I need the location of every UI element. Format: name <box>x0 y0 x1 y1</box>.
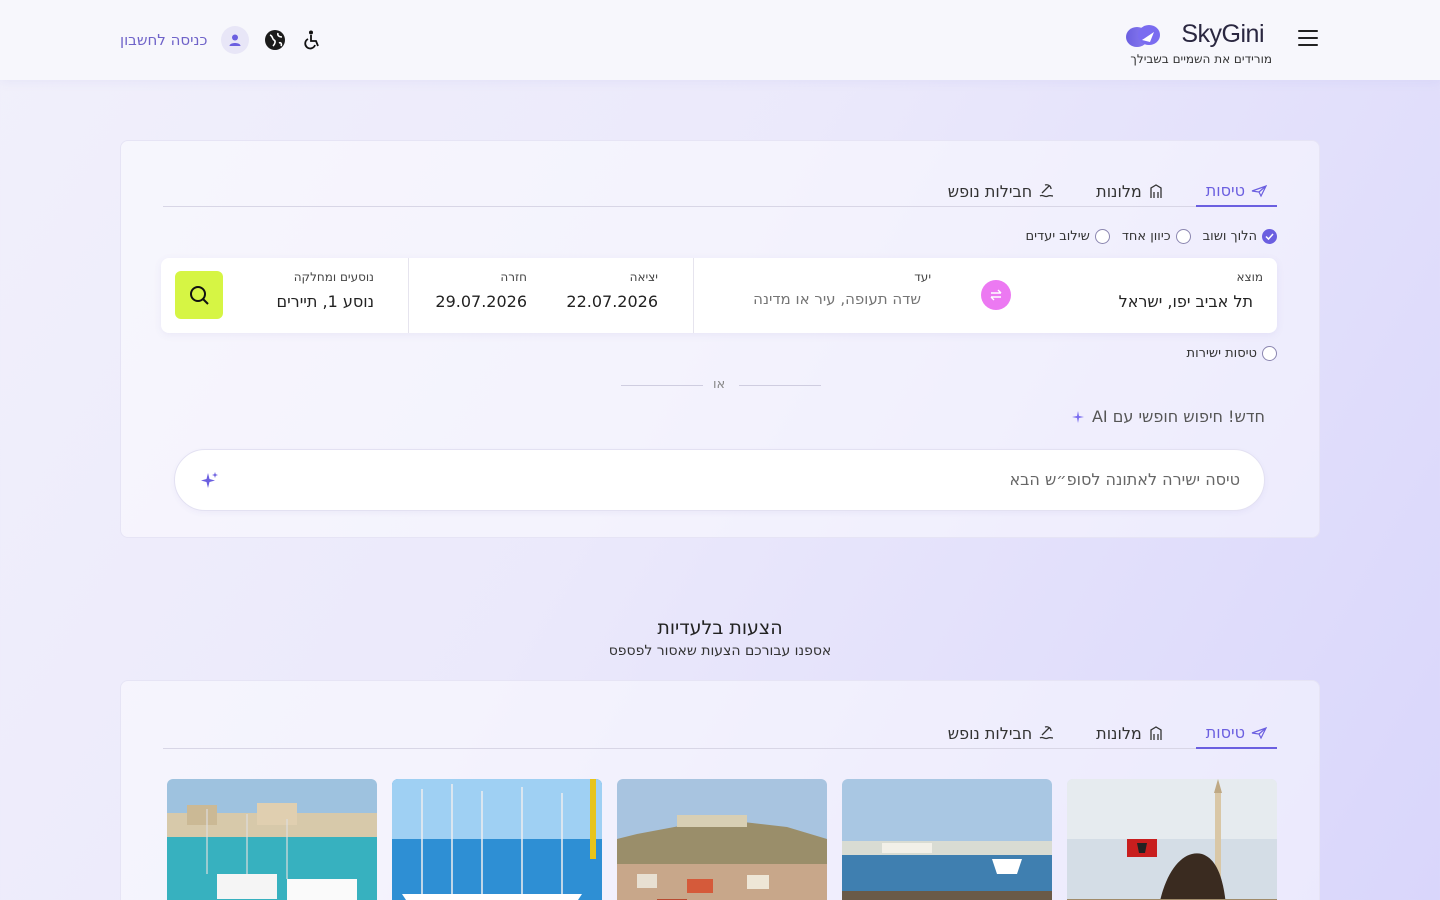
ai-sparkle-icon[interactable] <box>199 470 221 492</box>
trip-type-options: הלוך ושוב כיוון אחד שילוב יעדים <box>1025 229 1277 244</box>
header-actions: כניסה לחשבון <box>120 26 325 54</box>
radio-round-trip[interactable]: הלוך ושוב <box>1203 229 1277 244</box>
search-card: טיסות מלונות חבילות נופש הלוך ושוב כיוון… <box>120 140 1320 538</box>
swap-arrows-icon[interactable] <box>981 280 1011 310</box>
deal-card-image[interactable] <box>167 779 377 900</box>
accessibility-icon[interactable] <box>301 28 325 52</box>
tab-flights[interactable]: טיסות <box>1195 175 1277 207</box>
radio-multi-city[interactable]: שילוב יעדים <box>1025 229 1110 244</box>
passengers-field[interactable]: נוסעים ומחלקה נוסע 1, תיירים <box>238 258 408 333</box>
deals-tab-flights[interactable]: טיסות <box>1195 717 1277 749</box>
deals-tab-flights-label: טיסות <box>1205 722 1245 742</box>
passengers-value: נוסע 1, תיירים <box>276 292 374 311</box>
radio-unchecked-icon <box>1175 229 1191 244</box>
deals-title: הצעות בלעדיות <box>657 617 783 639</box>
deals-tab-hotels-label: מלונות <box>1096 723 1142 743</box>
login-link[interactable]: כניסה לחשבון <box>120 31 207 49</box>
tab-hotels[interactable]: מלונות <box>1086 175 1174 207</box>
ai-search-label-text: חדש! חיפוש חופשי עם AI <box>1091 407 1265 426</box>
destination-field[interactable]: יעד <box>695 258 977 333</box>
destination-input[interactable] <box>701 290 921 308</box>
ai-search-box <box>174 449 1265 511</box>
building-icon <box>1150 726 1162 740</box>
departure-label: יציאה <box>629 270 658 284</box>
divider <box>693 258 694 333</box>
brand-name: SkyGini <box>1181 20 1264 48</box>
flight-search-bar: מוצא תל אביב יפו, ישראל יעד יציאה 22.07.… <box>161 258 1277 333</box>
beach-icon <box>1039 726 1054 740</box>
search-tabs: טיסות מלונות חבילות נופש <box>163 175 1277 207</box>
tab-packages-label: חבילות נופש <box>947 181 1033 201</box>
radio-one-way[interactable]: כיוון אחד <box>1122 229 1191 244</box>
or-line <box>739 385 821 386</box>
departure-value: 22.07.2026 <box>566 292 658 311</box>
deals-tabs: טיסות מלונות חבילות נופש <box>163 717 1277 749</box>
radio-one-way-label: כיוון אחד <box>1121 229 1171 244</box>
return-value: 29.07.2026 <box>435 292 527 311</box>
plane-icon <box>1251 727 1267 740</box>
ai-search-input[interactable] <box>340 470 1240 489</box>
deals-subtitle: אספנו עבורכם הצעות שאסור לפספס <box>608 643 832 659</box>
direct-flights-label: טיסות ישירות <box>1186 346 1257 361</box>
origin-field[interactable]: מוצא תל אביב יפו, ישראל <box>997 258 1277 333</box>
deal-card-image[interactable] <box>1067 779 1277 900</box>
brand-tagline: מורידים את השמיים בשבילך <box>1130 52 1272 66</box>
deal-card-image[interactable] <box>392 779 602 900</box>
site-header: SkyGini מורידים את השמיים בשבילך כניסה ל… <box>0 0 1440 80</box>
tab-hotels-label: מלונות <box>1096 181 1142 201</box>
building-icon <box>1150 184 1162 198</box>
divider <box>408 258 409 333</box>
destination-label: יעד <box>914 270 931 284</box>
deals-card: טיסות מלונות חבילות נופש <box>120 680 1320 900</box>
tab-packages[interactable]: חבילות נופש <box>938 175 1064 207</box>
deals-tab-packages-label: חבילות נופש <box>947 723 1033 743</box>
tab-flights-label: טיסות <box>1205 180 1245 200</box>
direct-flights-checkbox[interactable]: טיסות ישירות <box>1187 346 1277 361</box>
search-button[interactable] <box>175 271 223 319</box>
deal-card-image[interactable] <box>842 779 1052 900</box>
sparkle-icon <box>1071 410 1084 423</box>
radio-unchecked-icon <box>1094 229 1110 244</box>
hamburger-menu-icon[interactable] <box>1296 26 1320 50</box>
deal-card-image[interactable] <box>617 779 827 900</box>
passengers-label: נוסעים ומחלקה <box>293 270 374 284</box>
deals-tab-packages[interactable]: חבילות נופש <box>938 717 1064 749</box>
brand-logo[interactable]: SkyGini מורידים את השמיים בשבילך <box>1122 18 1272 68</box>
or-separator: או <box>621 377 821 397</box>
deals-tab-hotels[interactable]: מלונות <box>1086 717 1174 749</box>
radio-round-trip-label: הלוך ושוב <box>1202 229 1257 244</box>
origin-value: תל אביב יפו, ישראל <box>1118 292 1253 311</box>
radio-multi-city-label: שילוב יעדים <box>1025 229 1090 244</box>
ai-search-label: חדש! חיפוש חופשי עם AI <box>1071 407 1265 426</box>
origin-label: מוצא <box>1236 270 1263 284</box>
or-line <box>621 385 703 386</box>
radio-checked-icon <box>1262 229 1277 244</box>
globe-icon[interactable] <box>263 28 287 52</box>
logo-mark-icon <box>1126 25 1160 47</box>
dates-field[interactable]: יציאה 22.07.2026 חזרה 29.07.2026 <box>409 258 693 333</box>
beach-icon <box>1039 184 1054 198</box>
return-label: חזרה <box>500 270 527 284</box>
checkbox-unchecked-icon <box>1262 346 1277 361</box>
user-avatar-icon[interactable] <box>221 26 250 54</box>
plane-icon <box>1251 185 1267 198</box>
or-text: או <box>713 377 726 392</box>
search-icon <box>190 286 209 305</box>
